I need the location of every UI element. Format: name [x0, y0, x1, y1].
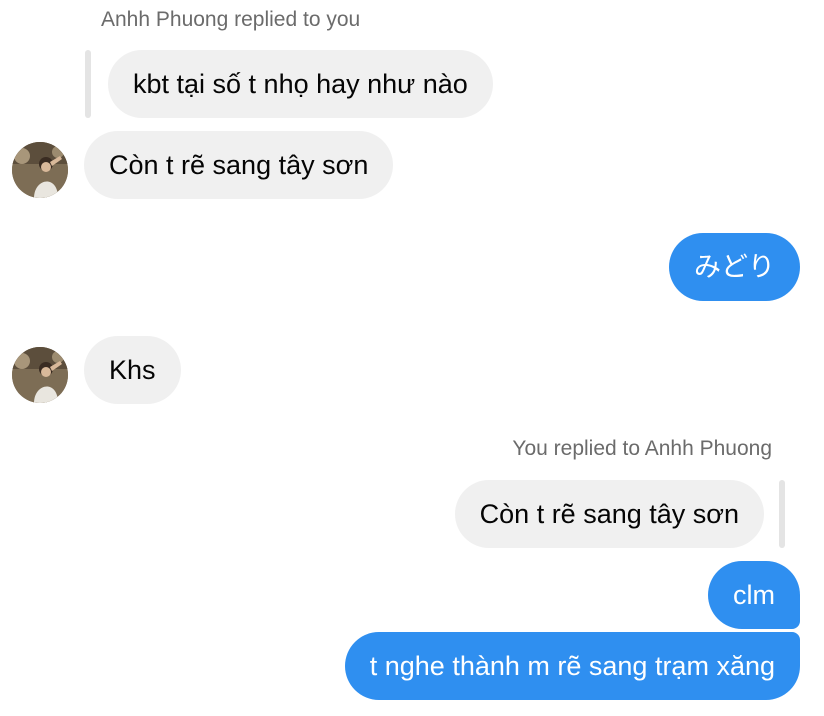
reply-context-label: You replied to Anhh Phuong — [512, 437, 772, 460]
quoted-message[interactable]: Còn t rẽ sang tây sơn — [454, 480, 764, 548]
quote-bar — [779, 480, 785, 548]
outgoing-message[interactable]: clm — [708, 561, 800, 629]
quote-bar — [85, 50, 91, 118]
contact-avatar[interactable] — [12, 142, 68, 198]
chat-thread: Anhh Phuong replied to you kbt tại số t … — [0, 0, 824, 716]
outgoing-message[interactable]: t nghe thành m rẽ sang trạm xăng — [344, 632, 800, 700]
outgoing-message[interactable]: みどり — [669, 233, 800, 301]
contact-avatar[interactable] — [12, 347, 68, 403]
quoted-message[interactable]: kbt tại số t nhọ hay như nào — [108, 50, 493, 118]
incoming-message[interactable]: Còn t rẽ sang tây sơn — [84, 131, 394, 199]
incoming-message[interactable]: Khs — [84, 336, 181, 404]
reply-context-label: Anhh Phuong replied to you — [101, 8, 361, 31]
